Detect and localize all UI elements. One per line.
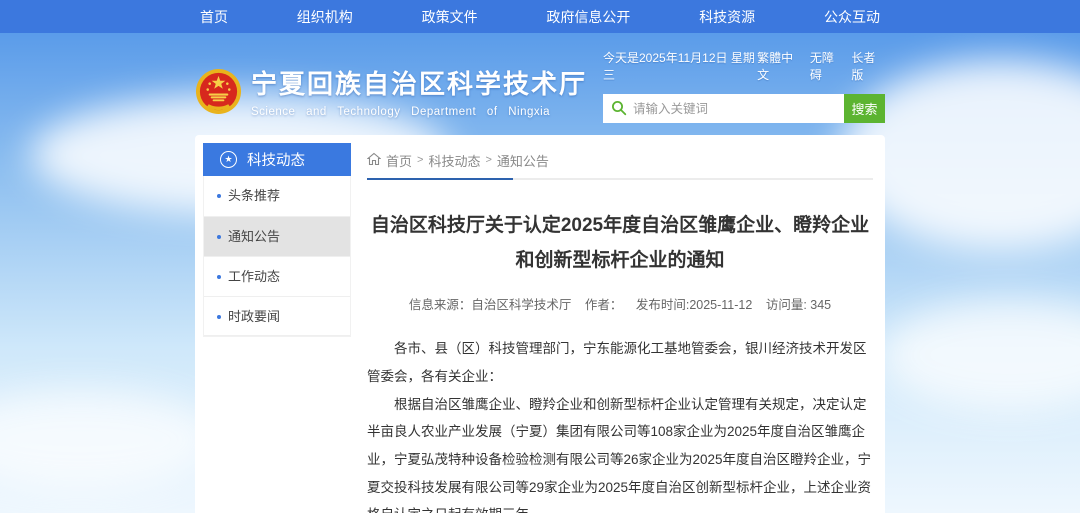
nav-item-tech-resources[interactable]: 科技资源 <box>699 7 755 27</box>
meta-visit-count: 访问量: 345 <box>766 298 831 312</box>
site-brand[interactable]: 宁夏回族自治区科学技术厅 Science and Technology Depa… <box>195 47 587 135</box>
breadcrumb-divider <box>367 178 873 180</box>
link-traditional-chinese[interactable]: 繁體中文 <box>757 49 802 83</box>
sidebar-item-work-updates[interactable]: 工作动态 <box>204 256 350 296</box>
nav-item-organization[interactable]: 组织机构 <box>297 7 353 27</box>
article-title-line1: 自治区科技厅关于认定2025年度自治区雏鹰企业、瞪羚企业 <box>371 215 869 236</box>
sidebar-item-notices[interactable]: 通知公告 <box>204 216 350 256</box>
nav-item-public-interaction[interactable]: 公众互动 <box>824 7 880 27</box>
search-input[interactable] <box>603 94 844 123</box>
current-date-text: 今天是2025年11月12日 星期三 <box>603 49 757 83</box>
meta-source: 信息来源：自治区科学技术厅 <box>409 298 572 312</box>
breadcrumb-home[interactable]: 首页 <box>386 151 412 170</box>
breadcrumb-separator: > <box>417 154 423 166</box>
article-paragraph: 根据自治区雏鹰企业、瞪羚企业和创新型标杆企业认定管理有关规定，决定认定半亩良人农… <box>367 391 873 513</box>
sidebar-header: ★ 科技动态 <box>203 143 351 176</box>
page-background: 首页 组织机构 政策文件 政府信息公开 科技资源 公众互动 <box>0 0 1080 513</box>
article-title: 自治区科技厅关于认定2025年度自治区雏鹰企业、瞪羚企业 和创新型标杆企业的通知 <box>367 208 873 278</box>
top-navigation: 首页 组织机构 政策文件 政府信息公开 科技资源 公众互动 <box>0 0 1080 33</box>
sidebar-item-headline-recommend[interactable]: 头条推荐 <box>204 176 350 216</box>
cloud-decoration <box>0 390 220 490</box>
national-emblem-logo <box>195 68 242 115</box>
link-accessibility[interactable]: 无障碍 <box>810 49 844 83</box>
link-elderly-version[interactable]: 长者版 <box>851 49 885 83</box>
meta-author: 作者： <box>585 298 623 312</box>
home-icon <box>367 152 381 166</box>
article-title-line2: 和创新型标杆企业的通知 <box>515 250 724 271</box>
nav-item-gov-info-disclosure[interactable]: 政府信息公开 <box>546 7 630 27</box>
sidebar: ★ 科技动态 头条推荐 通知公告 工作动态 时政要闻 <box>203 143 351 513</box>
breadcrumb-tech-news[interactable]: 科技动态 <box>428 151 480 170</box>
site-header: 宁夏回族自治区科学技术厅 Science and Technology Depa… <box>0 33 1080 135</box>
sidebar-menu: 头条推荐 通知公告 工作动态 时政要闻 <box>203 176 351 337</box>
content-container: ★ 科技动态 头条推荐 通知公告 工作动态 时政要闻 首页 > 科技动态 > 通… <box>195 135 885 513</box>
article-body: 各市、县（区）科技管理部门，宁东能源化工基地管委会，银川经济技术开发区管委会，各… <box>367 335 873 513</box>
search-button[interactable]: 搜索 <box>844 94 885 123</box>
meta-publish-time: 发布时间:2025-11-12 <box>636 298 753 312</box>
sidebar-title: 科技动态 <box>247 149 305 170</box>
nav-item-home[interactable]: 首页 <box>200 7 228 27</box>
nav-item-policy-documents[interactable]: 政策文件 <box>422 7 478 27</box>
search-icon <box>611 100 627 116</box>
breadcrumb-separator: > <box>485 154 491 166</box>
breadcrumb: 首页 > 科技动态 > 通知公告 <box>367 147 873 173</box>
article-paragraph: 各市、县（区）科技管理部门，宁东能源化工基地管委会，银川经济技术开发区管委会，各… <box>367 335 873 390</box>
cloud-decoration <box>880 300 1080 410</box>
star-circle-icon: ★ <box>220 151 237 168</box>
site-title: 宁夏回族自治区科学技术厅 <box>251 64 587 101</box>
site-subtitle-english: Science and Technology Department of Nin… <box>251 106 587 118</box>
breadcrumb-divider-accent <box>367 178 513 180</box>
sidebar-item-current-politics[interactable]: 时政要闻 <box>204 296 350 336</box>
main-content: 首页 > 科技动态 > 通知公告 自治区科技厅关于认定2025年度自治区雏鹰企业… <box>351 143 885 513</box>
breadcrumb-notices[interactable]: 通知公告 <box>497 151 549 170</box>
article-meta: 信息来源：自治区科学技术厅 作者： 发布时间:2025-11-12 访问量: 3… <box>367 294 873 313</box>
